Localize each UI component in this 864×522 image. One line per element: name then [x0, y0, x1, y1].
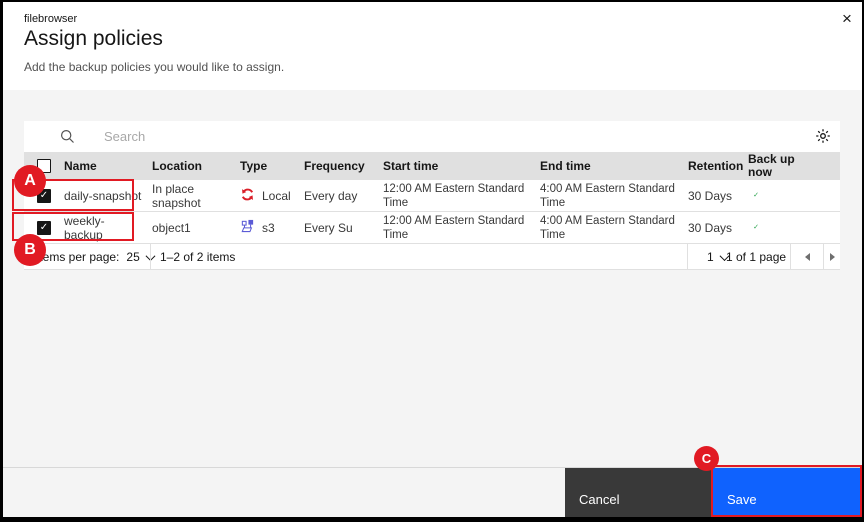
column-header-location: Location [152, 159, 202, 173]
row-checkbox[interactable]: ✓ [37, 220, 51, 235]
policy-frequency: Every day [304, 188, 358, 203]
column-header-type: Type [240, 159, 268, 173]
policy-backup-now-cell: ✓ [748, 221, 840, 235]
table-row-daily-snapshot: ✓ daily-snapshot In place snapshot Local… [24, 180, 840, 212]
page-select[interactable]: 1 [697, 244, 730, 270]
policy-retention: 30 Days [688, 220, 733, 235]
policy-type-label: Local [262, 188, 291, 203]
sync-icon [240, 187, 255, 205]
previous-page-button[interactable] [791, 244, 823, 270]
row-checkbox[interactable]: ✓ [37, 188, 51, 203]
next-page-button[interactable] [824, 244, 840, 270]
policy-name: daily-snapshot [64, 188, 142, 203]
policy-start-time: 12:00 AM Eastern Standard Time [383, 182, 525, 209]
caret-left-icon [804, 253, 810, 261]
table-header-row: Name Location Type Frequency Start time … [24, 152, 840, 180]
policy-retention: 30 Days [688, 188, 733, 203]
close-icon[interactable]: × [834, 6, 860, 32]
policy-type: s3 [240, 219, 304, 237]
search-input[interactable] [104, 121, 664, 152]
policy-end-time: 4:00 AM Eastern Standard Time [540, 182, 675, 209]
table-row-weekly-backup: ✓ weekly-backup object1 s3 Every Su 12:0… [24, 212, 840, 244]
policy-end-time: 4:00 AM Eastern Standard Time [540, 214, 675, 241]
toggle-knob: ✓ [751, 222, 761, 233]
dialog-subtitle: Add the backup policies you would like t… [24, 60, 285, 74]
column-header-name: Name [64, 159, 97, 173]
page-select-value: 1 [707, 250, 714, 264]
policies-table: Name Location Type Frequency Start time … [24, 121, 840, 270]
page-of-text: 1 of 1 page [726, 250, 787, 264]
column-header-start-time: Start time [383, 159, 439, 173]
caret-right-icon [829, 253, 835, 261]
s3-icon [240, 219, 255, 237]
policy-type: Local [240, 187, 304, 205]
policy-backup-now-cell: ✓ [748, 189, 840, 203]
gear-icon[interactable] [814, 128, 832, 146]
toggle-knob: ✓ [751, 190, 761, 201]
column-header-backup-now: Back up now [748, 152, 795, 179]
app-label: filebrowser [24, 13, 78, 25]
pagination-divider [150, 244, 151, 270]
pagination-bar: Items per page: 25 1–2 of 2 items 1 1 of… [24, 244, 840, 270]
cancel-button[interactable]: Cancel [565, 468, 713, 517]
column-header-frequency: Frequency [304, 159, 365, 173]
save-button[interactable]: Save [713, 468, 862, 517]
policy-name: weekly-backup [64, 213, 105, 242]
screenshot-frame: filebrowser Assign policies Add the back… [0, 0, 864, 522]
policy-start-time: 12:00 AM Eastern Standard Time [383, 214, 525, 241]
table-toolbar [24, 121, 840, 152]
pagination-divider [687, 244, 688, 270]
column-header-end-time: End time [540, 159, 591, 173]
column-header-retention: Retention [688, 159, 744, 173]
policy-type-label: s3 [262, 220, 275, 235]
policy-location: object1 [152, 220, 191, 235]
items-range-text: 1–2 of 2 items [160, 250, 236, 264]
policy-frequency: Every Su [304, 220, 353, 235]
search-icon [60, 129, 75, 149]
items-per-page-control[interactable]: Items per page: 25 [36, 244, 156, 270]
page-title: Assign policies [24, 27, 163, 50]
policy-location: In place snapshot [152, 181, 201, 210]
items-per-page-value: 25 [126, 250, 140, 264]
select-all-checkbox[interactable] [37, 159, 51, 173]
items-per-page-label: Items per page: [36, 250, 120, 264]
